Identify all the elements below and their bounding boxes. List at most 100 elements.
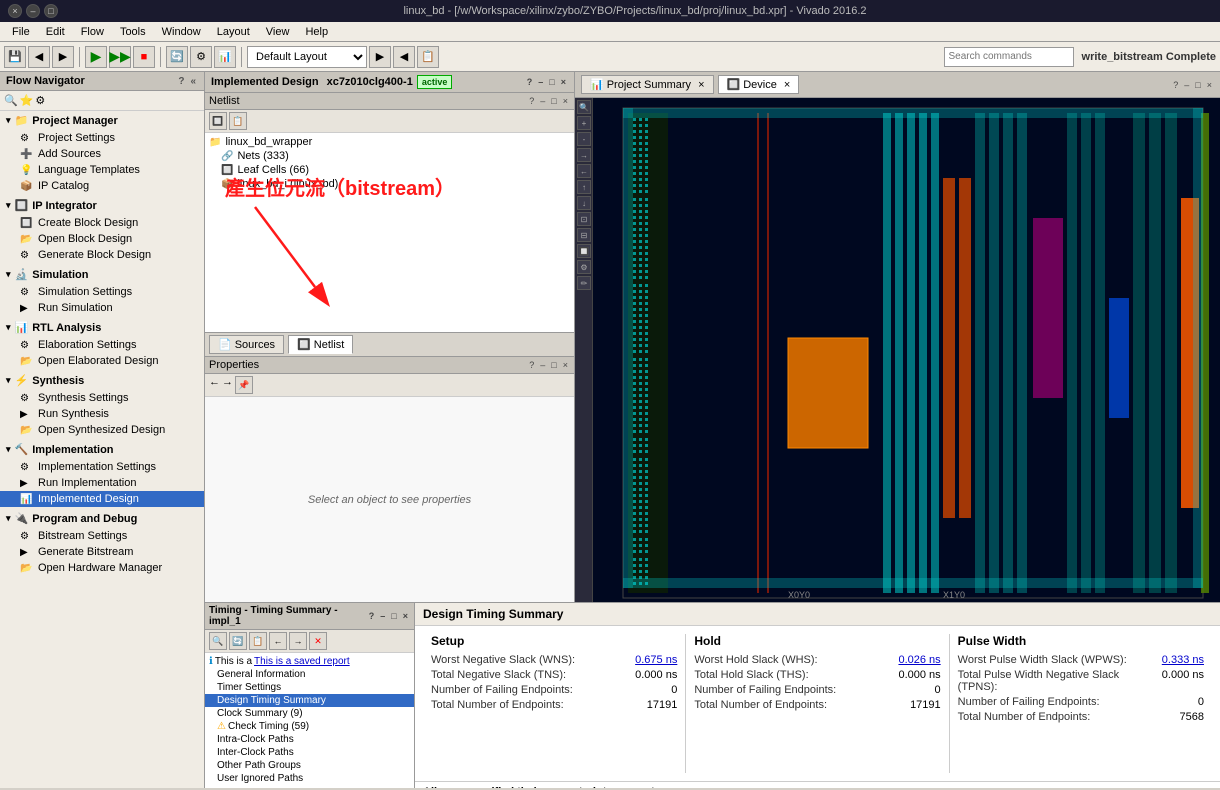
toolbar-btn-5[interactable]: ⚙ xyxy=(190,46,212,68)
section-header-implementation[interactable]: 🔨 Implementation xyxy=(0,440,204,459)
toolbar-stop[interactable]: ■ xyxy=(133,46,155,68)
timing-tb-back[interactable]: ← xyxy=(269,632,287,650)
props-min-btn[interactable]: – xyxy=(538,360,547,370)
flow-item-run-impl[interactable]: ▶ Run Implementation xyxy=(0,475,204,491)
menu-layout[interactable]: Layout xyxy=(209,24,258,40)
menu-tools[interactable]: Tools xyxy=(112,24,154,40)
section-header-simulation[interactable]: 🔬 Simulation xyxy=(0,265,204,284)
netlist-close-btn[interactable]: × xyxy=(561,96,570,106)
device-tb-11[interactable]: ⚙ xyxy=(577,260,591,274)
menu-edit[interactable]: Edit xyxy=(38,24,73,40)
search-input[interactable] xyxy=(944,47,1074,67)
wns-value[interactable]: 0.675 ns xyxy=(635,654,677,666)
timing-tree-saved-report[interactable]: ℹ This is a This is a saved report xyxy=(205,655,414,668)
timing-tree-design-timing[interactable]: Design Timing Summary xyxy=(205,694,414,707)
toolbar-btn-1[interactable]: 💾 xyxy=(4,46,26,68)
timing-max-btn[interactable]: □ xyxy=(389,611,398,621)
timing-help-btn[interactable]: ? xyxy=(367,611,377,621)
props-forward-icon[interactable]: → xyxy=(222,376,233,394)
section-header-ip-integrator[interactable]: 🔲 IP Integrator xyxy=(0,196,204,215)
timing-tb-refresh[interactable]: 🔄 xyxy=(229,632,247,650)
flow-item-open-block-design[interactable]: 📂 Open Block Design xyxy=(0,231,204,247)
menu-flow[interactable]: Flow xyxy=(73,24,112,40)
menu-view[interactable]: View xyxy=(258,24,298,40)
device-canvas[interactable]: 🔍 + - → ← ↑ ↓ ⊡ ⊟ 🔲 ⚙ ✏ xyxy=(575,98,1220,602)
menu-file[interactable]: File xyxy=(4,24,38,40)
flow-item-impl-settings[interactable]: ⚙ Implementation Settings xyxy=(0,459,204,475)
star-icon[interactable]: ⭐ xyxy=(20,94,34,107)
props-close-btn[interactable]: × xyxy=(561,360,570,370)
props-tb-pin[interactable]: 📌 xyxy=(235,376,253,394)
timing-tree-clock-summary[interactable]: Clock Summary (9) xyxy=(205,707,414,720)
props-back-icon[interactable]: ← xyxy=(209,376,220,394)
section-header-synthesis[interactable]: ⚡ Synthesis xyxy=(0,371,204,390)
toolbar-btn-3[interactable]: ▶ xyxy=(52,46,74,68)
saved-report-link[interactable]: This is a saved report xyxy=(254,656,350,667)
close-btn[interactable]: × xyxy=(8,4,22,18)
toolbar-run2[interactable]: ▶▶ xyxy=(109,46,131,68)
flow-item-create-block-design[interactable]: 🔲 Create Block Design xyxy=(0,215,204,231)
flow-item-project-settings[interactable]: ⚙ Project Settings xyxy=(0,130,204,146)
device-tb-3[interactable]: - xyxy=(577,132,591,146)
device-tb-4[interactable]: → xyxy=(577,148,591,162)
window-controls[interactable]: × – □ xyxy=(8,4,58,18)
device-tb-7[interactable]: ↓ xyxy=(577,196,591,210)
flow-item-generate-bitstream[interactable]: ▶ Generate Bitstream xyxy=(0,544,204,560)
netlist-help-btn[interactable]: ? xyxy=(527,96,536,106)
device-tb-12[interactable]: ✏ xyxy=(577,276,591,290)
timing-tree-inter-clock[interactable]: Inter-Clock Paths xyxy=(205,746,414,759)
timing-close-btn[interactable]: × xyxy=(401,611,410,621)
impl-max-btn[interactable]: □ xyxy=(547,77,556,87)
impl-close-btn[interactable]: × xyxy=(559,77,568,87)
flow-item-language-templates[interactable]: 💡 Language Templates xyxy=(0,162,204,178)
tab-sources[interactable]: 📄 Sources xyxy=(209,335,284,354)
timing-tree-intra-clock[interactable]: Intra-Clock Paths xyxy=(205,733,414,746)
flow-item-add-sources[interactable]: ➕ Add Sources xyxy=(0,146,204,162)
timing-tree-other-paths[interactable]: Other Path Groups xyxy=(205,759,414,772)
timing-tb-forward[interactable]: → xyxy=(289,632,307,650)
flow-item-bitstream-settings[interactable]: ⚙ Bitstream Settings xyxy=(0,528,204,544)
device-close[interactable]: × xyxy=(784,79,790,91)
timing-tree-check-timing[interactable]: ⚠ Check Timing (59) xyxy=(205,720,414,733)
device-tb-9[interactable]: ⊟ xyxy=(577,228,591,242)
device-header-right[interactable]: ? – □ × xyxy=(1171,80,1214,90)
device-tb-6[interactable]: ↑ xyxy=(577,180,591,194)
netlist-tb-1[interactable]: 🔲 xyxy=(209,112,227,130)
section-header-project-manager[interactable]: 📁 Project Manager xyxy=(0,111,204,130)
props-help-btn[interactable]: ? xyxy=(527,360,536,370)
flow-item-open-synth-design[interactable]: 📂 Open Synthesized Design xyxy=(0,422,204,438)
tab-project-summary[interactable]: 📊 Project Summary × xyxy=(581,75,714,94)
timing-header-btns[interactable]: ? – □ × xyxy=(367,611,410,621)
impl-min-btn[interactable]: – xyxy=(536,77,545,87)
section-header-rtl[interactable]: 📊 RTL Analysis xyxy=(0,318,204,337)
min-btn[interactable]: – xyxy=(26,4,40,18)
tab-device[interactable]: 🔲 Device × xyxy=(718,75,800,94)
flow-item-ip-catalog[interactable]: 📦 IP Catalog xyxy=(0,178,204,194)
toolbar-btn-8[interactable]: ◀ xyxy=(393,46,415,68)
gear-icon[interactable]: ⚙ xyxy=(35,94,45,107)
timing-min-btn[interactable]: – xyxy=(378,611,387,621)
flow-nav-pin[interactable]: ? xyxy=(176,76,186,87)
proj-summary-close[interactable]: × xyxy=(698,79,704,91)
netlist-tb-2[interactable]: 📋 xyxy=(229,112,247,130)
device-min-btn[interactable]: – xyxy=(1182,80,1191,90)
device-tb-10[interactable]: 🔲 xyxy=(577,244,591,258)
timing-tb-search[interactable]: 🔍 xyxy=(209,632,227,650)
device-tb-1[interactable]: 🔍 xyxy=(577,100,591,114)
netlist-item-nets[interactable]: 🔗 Nets (333) xyxy=(209,149,570,163)
flow-item-run-synthesis[interactable]: ▶ Run Synthesis xyxy=(0,406,204,422)
netlist-item-leaf-cells[interactable]: 🔲 Leaf Cells (66) xyxy=(209,163,570,177)
toolbar-btn-7[interactable]: ▶ xyxy=(369,46,391,68)
toolbar-btn-9[interactable]: 📋 xyxy=(417,46,439,68)
timing-tree-user-ignored[interactable]: User Ignored Paths xyxy=(205,772,414,785)
menu-help[interactable]: Help xyxy=(297,24,336,40)
flow-item-sim-settings[interactable]: ⚙ Simulation Settings xyxy=(0,284,204,300)
max-btn[interactable]: □ xyxy=(44,4,58,18)
timing-tree-timer-settings[interactable]: Timer Settings xyxy=(205,681,414,694)
timing-tb-expand[interactable]: 📋 xyxy=(249,632,267,650)
device-close-btn[interactable]: × xyxy=(1205,80,1214,90)
flow-item-synth-settings[interactable]: ⚙ Synthesis Settings xyxy=(0,390,204,406)
timing-tree-general-info[interactable]: General Information xyxy=(205,668,414,681)
layout-selector[interactable]: Default Layout xyxy=(247,46,367,68)
props-max-btn[interactable]: □ xyxy=(549,360,558,370)
